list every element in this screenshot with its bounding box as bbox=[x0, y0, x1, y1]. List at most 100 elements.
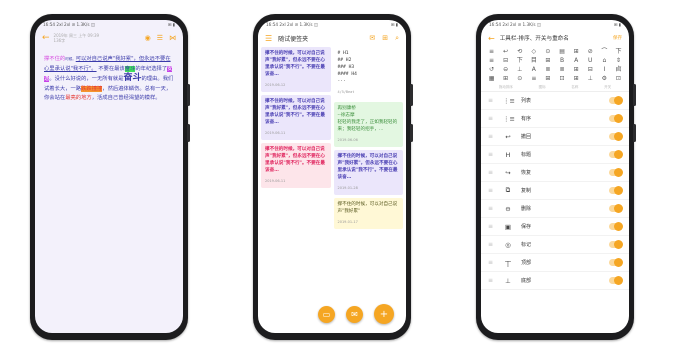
toolbar-item-row[interactable]: ≡ ⋮≡ 列表 bbox=[481, 92, 629, 110]
toggle-switch[interactable] bbox=[609, 258, 623, 267]
toggle-switch[interactable] bbox=[609, 186, 623, 195]
toolbar-item-row[interactable]: ≡ ↪ 恢复 bbox=[481, 164, 629, 182]
drag-handle-icon[interactable]: ≡ bbox=[488, 133, 495, 140]
toolbar-glyph-icon[interactable]: ≡ bbox=[485, 48, 498, 56]
toolbar-glyph-icon[interactable]: ⊡ bbox=[556, 75, 569, 83]
toolbar-glyph-icon[interactable]: ≡ bbox=[527, 75, 540, 83]
toolbar-item-row[interactable]: ≡ ↩ 撤回 bbox=[481, 128, 629, 146]
toolbar-glyph-icon[interactable]: ⊟ bbox=[584, 66, 597, 74]
toolbar-item-label[interactable]: 标记 bbox=[521, 241, 601, 248]
drag-handle-icon[interactable]: ≡ bbox=[488, 205, 495, 212]
note-card[interactable]: 撑不住的时候，可以对自己说声"我好累"，但永远不要在心里承认说"我不行"。不要在… bbox=[261, 143, 331, 188]
note-body[interactable]: 撑不住的时候。可以对自己说声"我好累"，但永远不要在心里承认说"我不行"。 不要… bbox=[35, 47, 183, 112]
drag-handle-icon[interactable]: ≡ bbox=[488, 169, 495, 176]
toolbar-item-row[interactable]: ≡ ⊥ 底部 bbox=[481, 272, 629, 290]
toolbar-item-label[interactable]: 保存 bbox=[521, 223, 601, 230]
drag-handle-icon[interactable]: ≡ bbox=[488, 115, 495, 122]
toolbar-glyph-icon[interactable]: A bbox=[570, 57, 583, 65]
menu-icon[interactable]: ☰ bbox=[265, 34, 272, 43]
toolbar-item-row[interactable]: ≡ ▣ 保存 bbox=[481, 218, 629, 236]
toolbar-glyph-icon[interactable]: ⊞ bbox=[570, 48, 583, 56]
toolbar-item-label[interactable]: 复制 bbox=[521, 187, 601, 194]
toolbar-glyph-icon[interactable]: ≣ bbox=[541, 66, 554, 74]
toolbar-glyph-icon[interactable]: ≣ bbox=[556, 66, 569, 74]
add-note-fab-icon[interactable]: + bbox=[374, 304, 394, 324]
toolbar-glyph-icon[interactable]: ⊖ bbox=[499, 66, 512, 74]
drag-handle-icon[interactable]: ≡ bbox=[488, 223, 495, 230]
note-card[interactable]: 撑不住的时候，可以对自己说声"我好累"，但永远不要在心里承认说"我不行"。不要在… bbox=[333, 150, 403, 195]
toggle-switch[interactable] bbox=[609, 132, 623, 141]
toolbar-glyph-icon[interactable]: ▦ bbox=[485, 75, 498, 83]
grid-icon[interactable]: ⊞ bbox=[382, 34, 388, 43]
toolbar-glyph-icon[interactable]: ⚙ bbox=[598, 75, 611, 83]
toolbar-item-row[interactable]: ≡ H 标题 bbox=[481, 146, 629, 164]
toolbar-item-row[interactable]: ≡ 丅 顶部 bbox=[481, 254, 629, 272]
toolbar-glyph-icon[interactable]: ⌂ bbox=[598, 57, 611, 65]
toolbar-glyph-icon[interactable]: ⊞ bbox=[541, 75, 554, 83]
list-icon[interactable]: ☰ bbox=[157, 34, 163, 42]
search-icon[interactable]: ⌕ bbox=[395, 34, 399, 43]
toolbar-item-row[interactable]: ≡ ◎ 标记 bbox=[481, 236, 629, 254]
toggle-switch[interactable] bbox=[609, 240, 623, 249]
drag-handle-icon[interactable]: ≡ bbox=[488, 187, 495, 194]
note-card[interactable]: # H1 ## H2 ### H3 #### H4 ··· 4/5/Beat bbox=[333, 47, 403, 99]
toolbar-glyph-icon[interactable]: I bbox=[598, 66, 611, 74]
note-card[interactable]: 撑不住的时候，可以对自己说声"我好累"，但永远不要在心里承认说"我不行"。不要在… bbox=[261, 47, 331, 92]
toolbar-item-label[interactable]: 标题 bbox=[521, 151, 601, 158]
eye-icon[interactable]: ◉ bbox=[145, 34, 151, 42]
toolbar-glyph-icon[interactable]: ⊙ bbox=[513, 75, 526, 83]
back-arrow-icon[interactable]: ← bbox=[42, 33, 50, 43]
toolbar-item-label[interactable]: 有序 bbox=[521, 115, 601, 122]
toolbar-item-label[interactable]: 删除 bbox=[521, 205, 601, 212]
toolbar-glyph-icon[interactable]: ⊟ bbox=[499, 57, 512, 65]
toolbar-glyph-icon[interactable]: ⊞ bbox=[570, 66, 583, 74]
toolbar-glyph-icon[interactable]: ▤ bbox=[556, 48, 569, 56]
toolbar-item-row[interactable]: ≡ ⧉ 复制 bbox=[481, 182, 629, 200]
toolbar-glyph-icon[interactable]: ⊘ bbox=[584, 48, 597, 56]
toolbar-item-label[interactable]: 撤回 bbox=[521, 133, 601, 140]
note-card[interactable]: 再别康桥 --徐志摩 轻轻的我走了，正如我轻轻的来；我轻轻的招手，… 2019-… bbox=[333, 102, 403, 147]
toolbar-item-row[interactable]: ≡ ⋮≡ 有序 bbox=[481, 110, 629, 128]
toolbar-item-row[interactable]: ≡ ⊖ 删除 bbox=[481, 200, 629, 218]
toolbar-glyph-icon[interactable]: A bbox=[527, 66, 540, 74]
toolbar-glyph-icon[interactable]: ⌒ bbox=[598, 48, 611, 56]
folder-fab-icon[interactable]: ▭ bbox=[318, 306, 335, 323]
toggle-switch[interactable] bbox=[609, 204, 623, 213]
toolbar-glyph-icon[interactable]: ⇕ bbox=[612, 57, 625, 65]
mail-icon[interactable]: ✉ bbox=[369, 34, 375, 43]
toggle-switch[interactable] bbox=[609, 114, 623, 123]
toolbar-glyph-icon[interactable]: 下 bbox=[612, 48, 625, 56]
toolbar-item-label[interactable]: 恢复 bbox=[521, 169, 601, 176]
toolbar-glyph-icon[interactable]: U bbox=[584, 57, 597, 65]
toolbar-item-label[interactable]: 顶部 bbox=[521, 259, 601, 266]
drag-handle-icon[interactable]: ≡ bbox=[488, 259, 495, 266]
toolbar-glyph-icon[interactable]: ⊡ bbox=[612, 75, 625, 83]
note-card[interactable]: 撑不住的时候，可以对自己说声"我好累"，但永远不要在心里承认说"我不行"。不要在… bbox=[261, 95, 331, 140]
toggle-switch[interactable] bbox=[609, 150, 623, 159]
toolbar-glyph-icon[interactable]: ⟲ bbox=[513, 48, 526, 56]
toolbar-glyph-icon[interactable]: ⊥ bbox=[584, 75, 597, 83]
toolbar-glyph-icon[interactable]: ⊙ bbox=[541, 48, 554, 56]
back-arrow-icon[interactable]: ← bbox=[488, 34, 495, 43]
toolbar-glyph-icon[interactable]: 目 bbox=[527, 57, 540, 65]
note-card[interactable]: 撑不住的时候，可以对自己说声"我好累" 2019-01-17 bbox=[333, 198, 403, 229]
toggle-switch[interactable] bbox=[609, 222, 623, 231]
toggle-switch[interactable] bbox=[609, 276, 623, 285]
mail-fab-icon[interactable]: ✉ bbox=[346, 306, 363, 323]
drag-handle-icon[interactable]: ≡ bbox=[488, 277, 495, 284]
drag-handle-icon[interactable]: ≡ bbox=[488, 151, 495, 158]
toolbar-glyph-icon[interactable]: ↩ bbox=[499, 48, 512, 56]
toolbar-glyph-icon[interactable]: 下 bbox=[513, 57, 526, 65]
toolbar-glyph-icon[interactable]: ↺ bbox=[485, 66, 498, 74]
toolbar-glyph-icon[interactable]: ◇ bbox=[527, 48, 540, 56]
drag-handle-icon[interactable]: ≡ bbox=[488, 97, 495, 104]
toolbar-glyph-icon[interactable]: ⊞ bbox=[541, 57, 554, 65]
toggle-switch[interactable] bbox=[609, 168, 623, 177]
save-button[interactable]: 保存 bbox=[613, 35, 622, 41]
share-icon[interactable]: ⋈ bbox=[169, 34, 176, 42]
toolbar-glyph-icon[interactable]: ≡ bbox=[485, 57, 498, 65]
toolbar-item-label[interactable]: 列表 bbox=[521, 97, 601, 104]
toolbar-glyph-icon[interactable]: ⊥ bbox=[513, 66, 526, 74]
toolbar-item-label[interactable]: 底部 bbox=[521, 277, 601, 284]
toolbar-glyph-icon[interactable]: 卣 bbox=[612, 66, 625, 74]
